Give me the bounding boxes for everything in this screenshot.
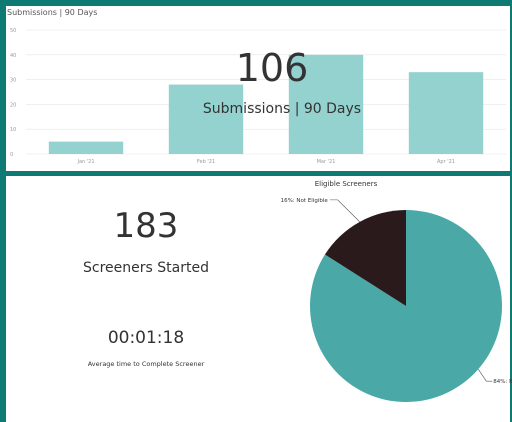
x-tick-label: Jan '21 <box>76 159 94 165</box>
x-tick-label: Mar '21 <box>317 159 336 165</box>
y-tick-label: 10 <box>10 127 16 133</box>
screeners-panel: 183 Screeners Started 00:01:18 Average t… <box>6 176 512 422</box>
y-tick-label: 40 <box>10 53 16 59</box>
submissions-bar-panel: Submissions | 90 Days 0 10 20 30 40 50 Jan '21… <box>6 6 510 171</box>
pie-data-label-eligible: 84%: Eligible <box>493 379 512 385</box>
y-tick-label: 20 <box>10 102 16 108</box>
submissions-count-value: 106 <box>235 46 309 90</box>
x-tick-label: Feb '21 <box>197 159 215 165</box>
bar[interactable] <box>168 84 244 154</box>
y-tick-label: 30 <box>10 78 16 84</box>
eligible-screeners-pie-chart: 16%: Not Eligible 84%: Eligible <box>281 198 512 402</box>
pie-data-label-not-eligible: 16%: Not Eligible <box>281 198 329 204</box>
y-tick-label: 50 <box>10 28 16 34</box>
bar[interactable] <box>48 141 124 154</box>
label-leader-line <box>329 199 360 223</box>
submissions-count-label: Submissions | 90 Days <box>202 101 362 117</box>
label-leader-line <box>478 369 493 382</box>
bar[interactable] <box>408 72 484 154</box>
x-tick-label: Apr '21 <box>437 159 455 165</box>
y-tick-label: 0 <box>10 152 13 158</box>
